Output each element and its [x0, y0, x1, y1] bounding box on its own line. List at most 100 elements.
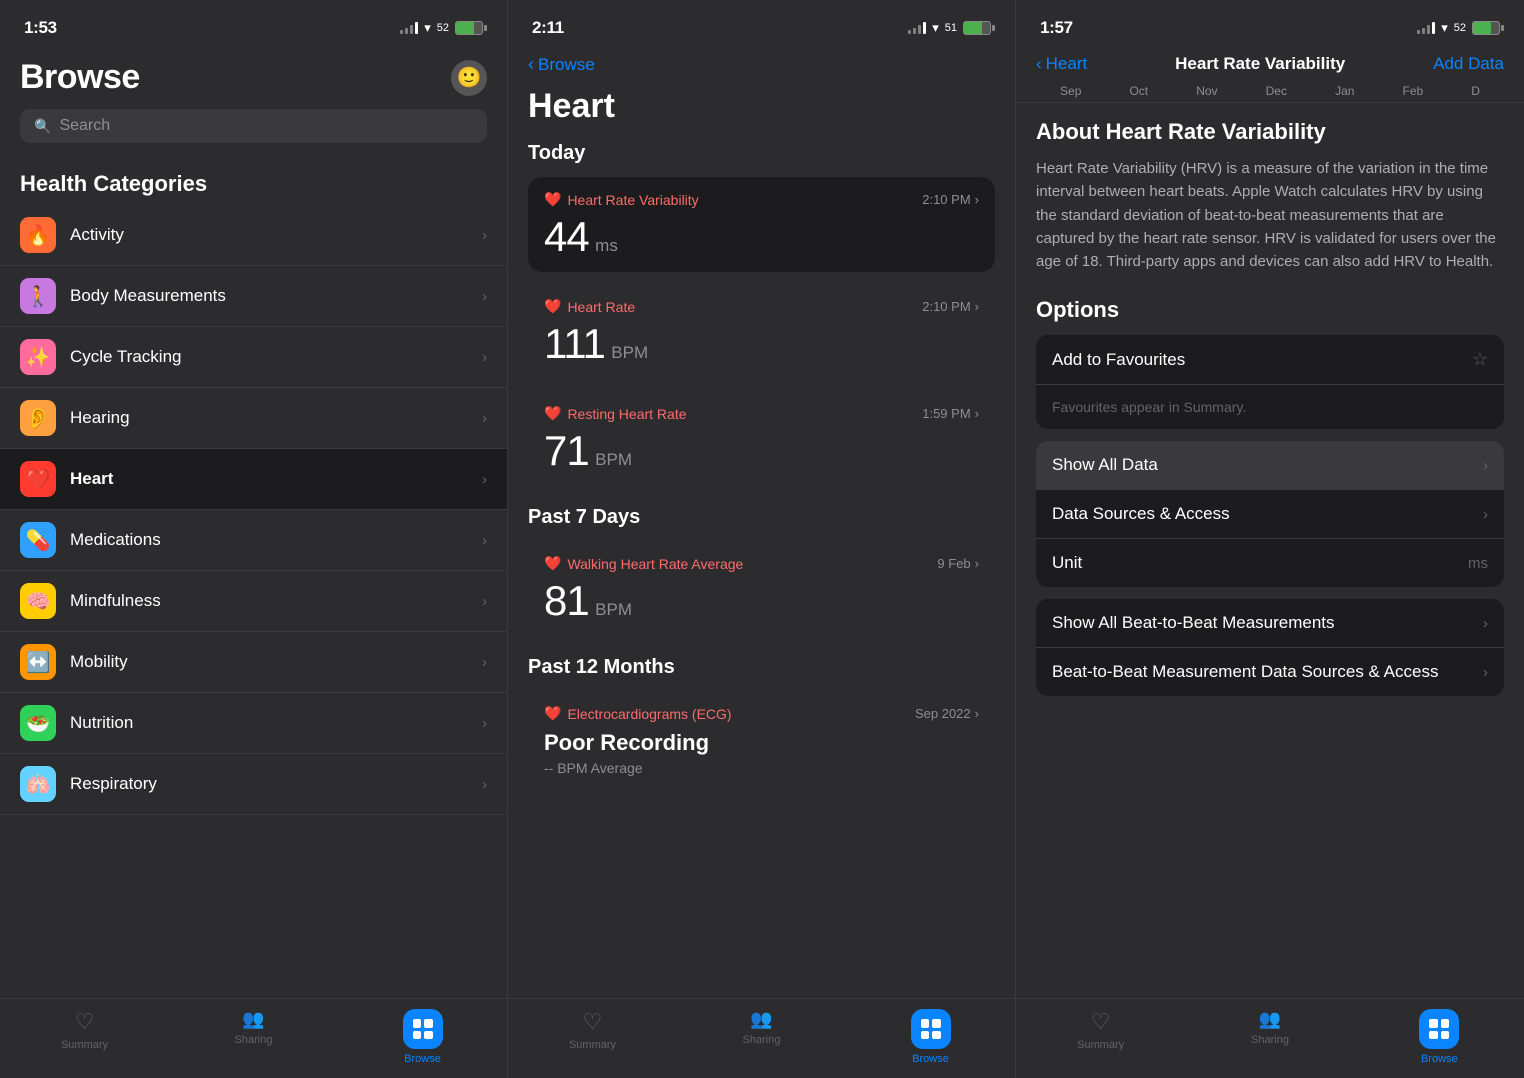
- hr-unit: BPM: [611, 343, 648, 362]
- chart-month-labels: Sep Oct Nov Dec Jan Feb D: [1016, 78, 1524, 103]
- summary-tab-label-2: Summary: [569, 1039, 616, 1051]
- tab-summary-1[interactable]: ♡ Summary: [0, 1009, 169, 1051]
- activity-label: Activity: [70, 225, 482, 245]
- tab-bar-1: ♡ Summary 👥 Sharing Browse: [0, 998, 507, 1078]
- hrv-card-title: Heart Rate Variability: [567, 192, 698, 208]
- back-to-browse[interactable]: ‹ Browse: [528, 54, 595, 75]
- tab-sharing-3[interactable]: 👥 Sharing: [1185, 1009, 1354, 1046]
- summary-tab-label-1: Summary: [61, 1039, 108, 1051]
- list-item-heart[interactable]: ❤️ Heart ›: [0, 449, 507, 510]
- status-icons-3: ▾ 52: [1417, 20, 1500, 36]
- battery-text-1: 52: [437, 22, 449, 34]
- hrv-card[interactable]: ❤️ Heart Rate Variability 2:10 PM › 44 m…: [528, 177, 995, 272]
- hearing-chevron: ›: [482, 410, 487, 427]
- beat-sources-item[interactable]: Beat-to-Beat Measurement Data Sources & …: [1036, 648, 1504, 696]
- browse-tab-label-3: Browse: [1421, 1053, 1458, 1065]
- add-data-button[interactable]: Add Data: [1433, 54, 1504, 74]
- list-item-cycle-tracking[interactable]: ✨ Cycle Tracking ›: [0, 327, 507, 388]
- fav-note-label: Favourites appear in Summary.: [1052, 399, 1246, 415]
- tab-browse-3[interactable]: Browse: [1355, 1009, 1524, 1065]
- back-label-3: Heart: [1046, 54, 1088, 74]
- wha-unit: BPM: [595, 600, 632, 619]
- hrv-unit: ms: [595, 236, 618, 255]
- list-item-mobility[interactable]: ↔️ Mobility ›: [0, 632, 507, 693]
- nutrition-icon: 🥗: [20, 705, 56, 741]
- tab-browse-2[interactable]: Browse: [846, 1009, 1015, 1065]
- browse-circle-bg-3: [1419, 1009, 1459, 1049]
- tab-summary-2[interactable]: ♡ Summary: [508, 1009, 677, 1051]
- search-bar[interactable]: 🔍 Search: [20, 109, 487, 143]
- hearing-label: Hearing: [70, 408, 482, 428]
- add-to-favourites-item[interactable]: Add to Favourites ☆: [1036, 335, 1504, 385]
- show-beat-item[interactable]: Show All Beat-to-Beat Measurements ›: [1036, 599, 1504, 648]
- ecg-card[interactable]: ❤️ Electrocardiograms (ECG) Sep 2022 › P…: [528, 691, 995, 790]
- summary-tab-icon-3: ♡: [1091, 1009, 1111, 1035]
- resting-hr-card[interactable]: ❤️ Resting Heart Rate 1:59 PM › 71 BPM: [528, 391, 995, 486]
- tab-browse-1[interactable]: Browse: [338, 1009, 507, 1065]
- rhr-time: 1:59 PM ›: [922, 406, 979, 421]
- hearing-icon: 👂: [20, 400, 56, 436]
- ecg-card-top: ❤️ Electrocardiograms (ECG) Sep 2022 ›: [544, 705, 979, 722]
- ecg-time: Sep 2022 ›: [915, 706, 979, 721]
- mindfulness-label: Mindfulness: [70, 591, 482, 611]
- unit-item[interactable]: Unit ms: [1036, 539, 1504, 587]
- show-all-data-label: Show All Data: [1052, 455, 1158, 475]
- wha-time: 9 Feb ›: [937, 556, 979, 571]
- ecg-recording-status: Poor Recording: [544, 730, 979, 756]
- browse-circle-bg-1: [403, 1009, 443, 1049]
- browse-grid-icon-1: [413, 1019, 433, 1039]
- back-chevron-2: ‹: [528, 54, 534, 75]
- list-item-hearing[interactable]: 👂 Hearing ›: [0, 388, 507, 449]
- show-all-data-item[interactable]: Show All Data ›: [1036, 441, 1504, 490]
- beat-options-group: Show All Beat-to-Beat Measurements › Bea…: [1036, 599, 1504, 696]
- past7-header: Past 7 Days: [528, 506, 995, 529]
- panel-hrv-detail: 1:57 ▾ 52 ‹ Heart Heart Rate Variability…: [1016, 0, 1524, 1078]
- hr-card-title: Heart Rate: [567, 299, 635, 315]
- summary-tab-label-3: Summary: [1077, 1039, 1124, 1051]
- beat-sources-chevron: ›: [1483, 664, 1488, 681]
- list-item-activity[interactable]: 🔥 Activity ›: [0, 205, 507, 266]
- ecg-card-title: Electrocardiograms (ECG): [567, 706, 731, 722]
- search-placeholder: Search: [59, 117, 110, 135]
- rhr-time-text: 1:59 PM: [922, 406, 970, 421]
- rhr-card-top: ❤️ Resting Heart Rate 1:59 PM ›: [544, 405, 979, 422]
- browse-tab-label-1: Browse: [404, 1053, 441, 1065]
- tab-summary-3[interactable]: ♡ Summary: [1016, 1009, 1185, 1051]
- wifi-icon-1: ▾: [424, 20, 431, 36]
- list-item-medications[interactable]: 💊 Medications ›: [0, 510, 507, 571]
- tab-sharing-2[interactable]: 👥 Sharing: [677, 1009, 846, 1046]
- battery-text-2: 51: [945, 22, 957, 34]
- panel3-nav: ‹ Heart Heart Rate Variability Add Data: [1016, 50, 1524, 78]
- list-item-nutrition[interactable]: 🥗 Nutrition ›: [0, 693, 507, 754]
- ecg-value-row: Poor Recording -- BPM Average: [544, 730, 979, 776]
- hr-time-text: 2:10 PM: [922, 299, 970, 314]
- back-label-2: Browse: [538, 55, 595, 75]
- list-item-mindfulness[interactable]: 🧠 Mindfulness ›: [0, 571, 507, 632]
- walking-avg-card[interactable]: ❤️ Walking Heart Rate Average 9 Feb › 81…: [528, 541, 995, 636]
- data-sources-item[interactable]: Data Sources & Access ›: [1036, 490, 1504, 539]
- wha-card-title: Walking Heart Rate Average: [567, 556, 743, 572]
- browse-grid-icon-2: [921, 1019, 941, 1039]
- hrv-value: 44: [544, 213, 589, 260]
- rhr-heart-icon: ❤️: [544, 405, 561, 422]
- status-icons-2: ▾ 51: [908, 20, 991, 36]
- list-item-body-measurements[interactable]: 🚶 Body Measurements ›: [0, 266, 507, 327]
- mobility-icon: ↔️: [20, 644, 56, 680]
- sharing-tab-label-2: Sharing: [743, 1034, 781, 1046]
- wha-value-row: 81 BPM: [544, 580, 979, 622]
- medications-chevron: ›: [482, 532, 487, 549]
- hrv-time: 2:10 PM ›: [922, 192, 979, 207]
- categories-list: 🔥 Activity › 🚶 Body Measurements › ✨ Cyc…: [0, 205, 507, 1078]
- cycle-tracking-chevron: ›: [482, 349, 487, 366]
- past12-header: Past 12 Months: [528, 656, 995, 679]
- month-jan: Jan: [1335, 84, 1354, 98]
- rhr-title-row: ❤️ Resting Heart Rate: [544, 405, 687, 422]
- avatar[interactable]: 🙂: [451, 60, 487, 96]
- tab-sharing-1[interactable]: 👥 Sharing: [169, 1009, 338, 1046]
- body-measurements-icon: 🚶: [20, 278, 56, 314]
- heart-rate-card[interactable]: ❤️ Heart Rate 2:10 PM › 111 BPM: [528, 284, 995, 379]
- back-to-heart[interactable]: ‹ Heart: [1036, 54, 1087, 74]
- list-item-respiratory[interactable]: 🫁 Respiratory ›: [0, 754, 507, 815]
- sharing-tab-icon-3: 👥: [1259, 1009, 1281, 1030]
- panel-browse: 1:53 ▾ 52 Browse 🙂 🔍 Search Health: [0, 0, 508, 1078]
